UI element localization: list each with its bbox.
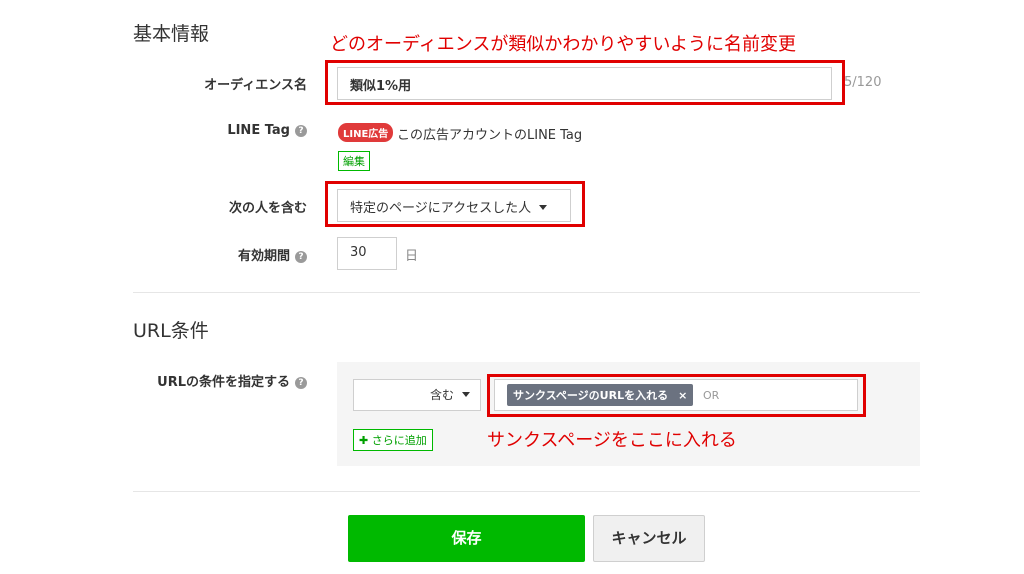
validity-input[interactable]: 30 xyxy=(337,237,397,270)
line-tag-label: LINE Tag? xyxy=(107,123,307,138)
divider xyxy=(133,292,920,293)
section-title-url-conditions: URL条件 xyxy=(133,320,209,342)
line-ads-badge: LINE広告 xyxy=(338,123,394,142)
url-operator-select[interactable]: 含む xyxy=(353,379,481,411)
add-more-button[interactable]: ✚ さらに追加 xyxy=(353,429,433,451)
annotation-box-include xyxy=(325,181,585,227)
help-icon[interactable]: ? xyxy=(295,377,307,389)
include-people-label: 次の人を含む xyxy=(228,201,307,216)
audience-name-counter: 5/120 xyxy=(844,75,882,90)
save-button[interactable]: 保存 xyxy=(348,515,585,562)
section-title-basic-info: 基本情報 xyxy=(133,23,210,45)
annotation-box-url xyxy=(487,374,866,417)
cancel-button[interactable]: キャンセル xyxy=(593,515,705,562)
help-icon[interactable]: ? xyxy=(295,125,307,137)
annotation-thanks-page: サンクスページをここに入れる xyxy=(487,430,737,451)
url-condition-label: URLの条件を指定する? xyxy=(107,371,307,390)
chevron-down-icon xyxy=(462,392,470,397)
validity-label: 有効期間? xyxy=(107,245,307,264)
annotation-rename: どのオーディエンスが類似かわかりやすいように名前変更 xyxy=(330,34,797,55)
plus-icon: ✚ xyxy=(359,434,369,447)
help-icon[interactable]: ? xyxy=(295,251,307,263)
line-tag-edit-button[interactable]: 編集 xyxy=(338,151,370,171)
audience-name-label: オーディエンス名 xyxy=(204,78,307,93)
validity-unit: 日 xyxy=(405,249,419,264)
line-tag-text: この広告アカウントのLINE Tag xyxy=(397,128,583,143)
annotation-box-name xyxy=(325,60,845,105)
divider xyxy=(133,491,920,492)
